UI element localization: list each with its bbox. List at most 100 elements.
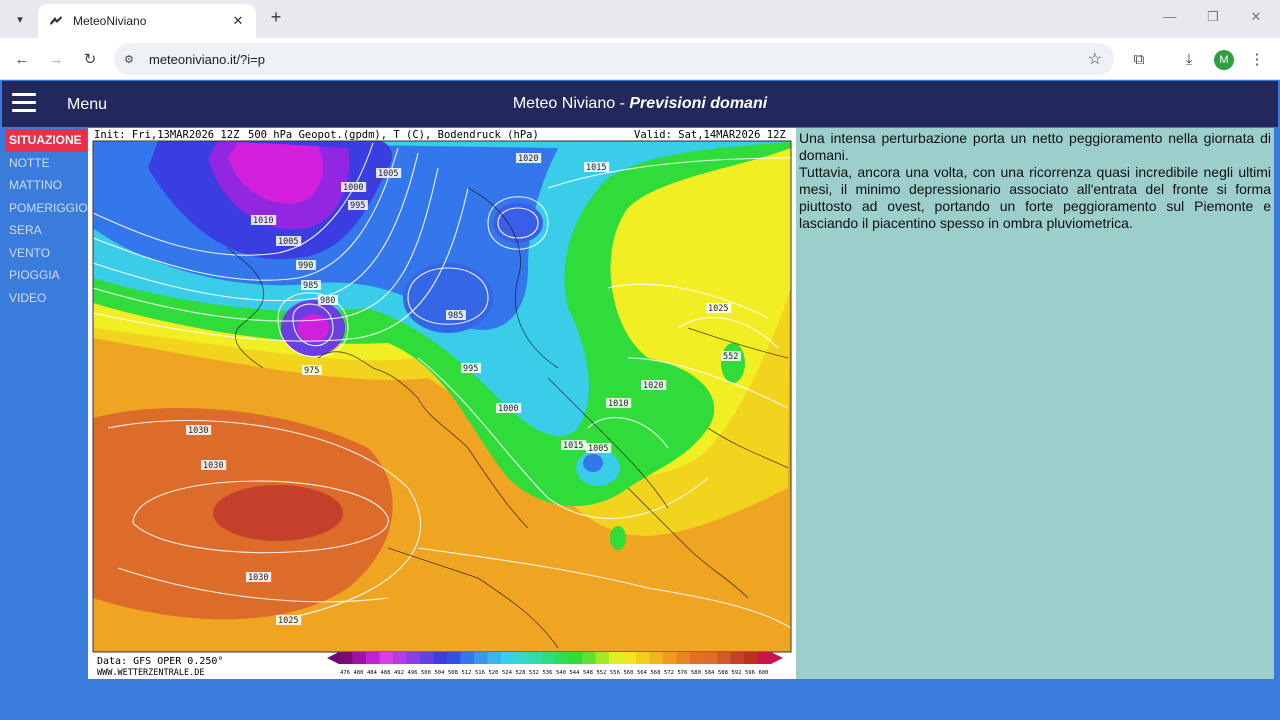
scale-label: 560 — [624, 670, 634, 676]
scale-label: 488 — [381, 670, 391, 676]
back-arrow-icon[interactable]: ← — [11, 48, 33, 70]
scale-label: 480 — [354, 670, 364, 676]
isobar-label: 1030 — [203, 461, 223, 471]
bookmark-star-icon[interactable]: ☆ — [1088, 49, 1102, 69]
sidebar-item-sera[interactable]: SERA — [5, 219, 87, 242]
isobar-label: 985 — [448, 311, 463, 321]
scale-swatch — [595, 652, 610, 664]
map-header-valid: Valid: Sat,14MAR2026 12Z — [634, 129, 786, 141]
scale-label: 592 — [732, 670, 742, 676]
sidebar-item-situazione[interactable]: SITUAZIONE — [5, 129, 87, 152]
meteoniviano-favicon-icon — [50, 16, 62, 25]
scale-swatch — [352, 652, 367, 664]
isobar-label: 1030 — [248, 573, 268, 583]
scale-swatch — [339, 652, 353, 664]
isobar-label: 995 — [350, 201, 365, 211]
sidebar-item-vento[interactable]: VENTO — [5, 242, 87, 265]
forecast-text-panel: Una intensa perturbazione porta un netto… — [796, 128, 1274, 679]
scale-swatch — [460, 652, 475, 664]
isobar-label: 1000 — [343, 183, 363, 193]
download-icon[interactable]: ⤓ — [1178, 48, 1200, 70]
scale-swatch — [366, 652, 380, 664]
forecast-paragraph-2: Tuttavia, ancora una volta, con una rico… — [799, 164, 1271, 231]
isobar-label: 1000 — [498, 404, 518, 414]
site-settings-icon[interactable]: ⚙ — [124, 53, 140, 66]
isobar-label: 1025 — [278, 616, 298, 626]
scale-label: 596 — [745, 670, 755, 676]
title-main: Meteo Niviano - — [512, 95, 630, 112]
scale-arrow-left — [327, 652, 339, 664]
scale-swatch — [609, 652, 623, 664]
scale-label: 520 — [489, 670, 499, 676]
scale-swatch — [703, 652, 718, 664]
scale-swatch — [541, 652, 556, 664]
browser-tab[interactable]: MeteoNiviano ✕ — [38, 4, 256, 38]
scale-swatch — [447, 652, 461, 664]
map-footer-data: Data: GFS OPER 0.250° — [97, 656, 223, 667]
isobar-label: 1010 — [608, 399, 628, 409]
tab-search-chevron-icon[interactable]: ▾ — [9, 8, 31, 30]
extensions-puzzle-icon[interactable]: ⧉ — [1128, 48, 1150, 70]
restore-icon[interactable]: ❐ — [1203, 9, 1223, 25]
isobar-label: 975 — [304, 366, 319, 376]
title-subtitle: Previsioni domani — [629, 95, 768, 112]
scale-label: 588 — [718, 670, 728, 676]
site-header: Menu Meteo Niviano - Previsioni domani — [2, 81, 1278, 127]
map-header-title: 500 hPa Geopot.(gpdm), T (C), Bodendruck… — [248, 129, 539, 141]
window-close-icon[interactable]: ✕ — [1246, 9, 1266, 25]
web-page: Menu Meteo Niviano - Previsioni domani S… — [2, 81, 1278, 720]
scale-swatch — [474, 652, 488, 664]
minimize-icon[interactable]: — — [1160, 9, 1180, 24]
sidebar-item-mattino[interactable]: MATTINO — [5, 174, 87, 197]
sidebar-item-notte[interactable]: NOTTE — [5, 152, 87, 175]
scale-label: 532 — [529, 670, 539, 676]
scale-label: 500 — [421, 670, 431, 676]
isobar-label: 1005 — [378, 169, 398, 179]
scale-swatch — [379, 652, 394, 664]
isobar-label: 1020 — [518, 154, 538, 164]
isobar-label: 980 — [320, 296, 335, 306]
scale-label: 492 — [394, 670, 404, 676]
more-menu-icon[interactable]: ⋮ — [1246, 48, 1268, 70]
scale-label: 496 — [408, 670, 418, 676]
scale-swatch — [420, 652, 434, 664]
color-scale-bar: 476 480 484 488 492 496 500 504 508 512 516 520 524 5… — [327, 652, 783, 676]
forward-arrow-icon[interactable]: → — [45, 48, 67, 70]
scale-swatch — [717, 652, 731, 664]
isobar-label: 552 — [723, 352, 738, 362]
map-footer-source: WWW.WETTERZENTRALE.DE — [97, 668, 204, 678]
scale-swatch — [730, 652, 745, 664]
url-text[interactable]: meteoniviano.it/?i=p — [149, 52, 1088, 67]
isobar-label: 995 — [463, 364, 478, 374]
scale-swatch — [744, 652, 758, 664]
scale-label: 600 — [759, 670, 769, 676]
scale-swatch — [433, 652, 448, 664]
tab-close-icon[interactable]: ✕ — [230, 13, 246, 29]
isobar-label: 1005 — [278, 237, 298, 247]
scale-label: 516 — [475, 670, 485, 676]
sidebar-item-pioggia[interactable]: PIOGGIA — [5, 264, 87, 287]
page-title: Meteo Niviano - Previsioni domani — [2, 95, 1278, 113]
new-tab-plus-icon[interactable]: + — [266, 7, 286, 28]
address-bar[interactable]: ⚙ meteoniviano.it/?i=p ☆ — [114, 43, 1114, 75]
forecast-paragraph-1: Una intensa perturbazione porta un netto… — [799, 130, 1271, 163]
scale-swatch — [582, 652, 596, 664]
scale-label: 572 — [664, 670, 674, 676]
scale-label: 524 — [502, 670, 513, 676]
scale-label: 552 — [597, 670, 607, 676]
reload-icon[interactable]: ↻ — [79, 48, 101, 70]
scale-label: 580 — [691, 670, 701, 676]
scale-swatch — [690, 652, 704, 664]
scale-swatch — [528, 652, 542, 664]
isobar-label: 990 — [298, 261, 313, 271]
scale-swatch — [649, 652, 664, 664]
isobar-label: 1015 — [586, 163, 606, 173]
browser-toolbar: ← → ↻ ⚙ meteoniviano.it/?i=p ☆ ⧉ ⤓ ⋮ — [0, 38, 1280, 80]
scale-label: 536 — [543, 670, 553, 676]
scale-label: 556 — [610, 670, 620, 676]
scale-swatch — [636, 652, 650, 664]
sidebar-item-video[interactable]: VIDEO — [5, 287, 87, 310]
sidebar-item-pomeriggio[interactable]: POMERIGGIO — [5, 197, 88, 220]
isobar-label: 1020 — [643, 381, 663, 391]
profile-avatar[interactable]: M — [1214, 50, 1234, 70]
